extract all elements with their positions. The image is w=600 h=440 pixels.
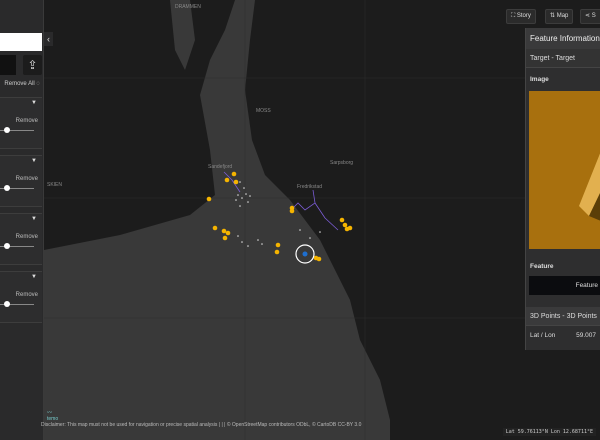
latlon-label: Lat / Lon [530,332,556,339]
place-label: DRAMMEN [175,4,201,10]
place-label: SKIEN [47,182,62,188]
remove-button[interactable]: Remove [16,118,38,124]
feature-info-panel: Feature Information Target - Target Imag… [525,28,600,350]
feature-marker[interactable] [342,222,348,228]
sounding-point [261,243,263,245]
sounding-point [257,239,259,241]
temo-logo: 〰 temo [47,410,59,422]
feature-marker[interactable] [289,208,295,214]
sounding-point [245,193,247,195]
share-label: S [591,13,596,19]
chevron-down-icon[interactable]: ▼ [31,158,37,164]
story-button[interactable]: ⛶ Story [506,9,536,24]
feature-button[interactable]: Feature [529,276,600,295]
feature-marker[interactable] [231,171,237,177]
feature-marker[interactable] [316,256,322,262]
feature-marker[interactable] [233,179,239,185]
panel-title: Feature Information [526,28,600,49]
cursor-coordinates: Lat 59.76113°N Lon 12.68711°E [502,428,596,436]
layers-sidebar: ⇪ Remove All ◌ ▼ Remove ▼ Remove ▼ Remove ▼… [0,0,44,440]
layer-group: ▼ Remove [0,155,42,207]
layer-select[interactable] [0,55,16,75]
feature-marker[interactable] [221,228,227,234]
map-button[interactable]: ⇅ Map [545,9,574,24]
place-label: Fredrikstad [297,184,322,190]
story-label: Story [516,13,531,19]
feature-marker[interactable] [224,177,230,183]
map-label: Map [556,13,569,19]
slider-handle[interactable] [4,301,10,307]
image-label: Image [530,76,549,83]
sounding-point [247,245,249,247]
feature-marker[interactable] [347,225,353,231]
chevron-down-icon[interactable]: ▼ [31,216,37,222]
slider-handle[interactable] [4,243,10,249]
feature-marker[interactable] [275,242,281,248]
sounding-point [237,235,239,237]
target-row[interactable]: Target - Target [526,49,600,68]
slider-handle[interactable] [4,127,10,133]
chevron-down-icon[interactable]: ▼ [31,100,37,106]
sounding-point [243,187,245,189]
feature-label: Feature [530,263,554,270]
sounding-point [235,199,237,201]
feature-marker[interactable] [212,225,218,231]
sonar-image [529,91,600,249]
layer-group: ▼ Remove [0,271,42,323]
feature-marker[interactable] [225,230,231,236]
sounding-point [239,181,241,183]
place-label: MOSS [256,108,271,114]
disclaimer: Disclaimer: This map must not be used fo… [41,422,362,428]
sounding-point [319,231,321,233]
sounding-point [239,205,241,207]
search-input[interactable] [0,33,42,51]
layer-group: ▼ Remove [0,97,42,149]
feature-marker[interactable] [206,196,212,202]
feature-marker[interactable] [222,235,228,241]
remove-button[interactable]: Remove [16,234,38,240]
collapse-sidebar-button[interactable]: ‹ [44,32,53,46]
layer-group: ▼ Remove [0,213,42,265]
points-row[interactable]: 3D Points - 3D Points [526,307,600,326]
sounding-point [237,194,239,196]
latlon-value: 59.007 [576,332,596,339]
map-canvas[interactable]: DRAMMEN MOSS SKIEN Sarpsborg Fredrikstad… [0,0,600,440]
sounding-point [309,237,311,239]
remove-button[interactable]: Remove [16,176,38,182]
sounding-point [247,201,249,203]
sounding-point [241,197,243,199]
upload-button[interactable]: ⇪ [23,55,42,75]
sounding-point [249,195,251,197]
share-button[interactable]: ⋖ S [580,9,600,24]
place-label: Sandefjord [208,164,232,170]
sounding-point [241,241,243,243]
feature-marker[interactable] [339,217,345,223]
chevron-down-icon[interactable]: ▼ [31,274,37,280]
remove-all-button[interactable]: Remove All ◌ [0,81,44,87]
place-label: Sarpsborg [330,160,353,166]
slider-handle[interactable] [4,185,10,191]
remove-button[interactable]: Remove [16,292,38,298]
remove-all-label: Remove All [4,81,35,87]
feature-marker[interactable] [274,249,280,255]
sounding-point [299,229,301,231]
